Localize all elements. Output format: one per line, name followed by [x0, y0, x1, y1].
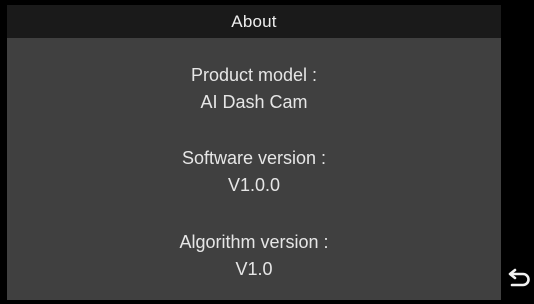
algorithm-version-section: Algorithm version : V1.0 [7, 229, 501, 283]
software-version-section: Software version : V1.0.0 [7, 145, 501, 199]
algorithm-version-value: V1.0 [235, 259, 273, 279]
product-model-value: AI Dash Cam [200, 92, 308, 112]
algorithm-version-label: Algorithm version : [179, 232, 329, 252]
right-side-rail [501, 0, 534, 304]
product-model-label: Product model : [190, 65, 318, 85]
back-button[interactable] [507, 264, 533, 292]
return-arrow-icon [508, 267, 532, 289]
title-bar: About [7, 5, 501, 38]
software-version-value: V1.0.0 [227, 175, 281, 195]
product-model-section: Product model : AI Dash Cam [7, 62, 501, 116]
software-version-label: Software version : [181, 148, 327, 168]
about-content-panel: Product model : AI Dash Cam Software ver… [7, 38, 501, 300]
about-screen: About Product model : AI Dash Cam Softwa… [0, 0, 534, 304]
page-title: About [231, 11, 277, 31]
